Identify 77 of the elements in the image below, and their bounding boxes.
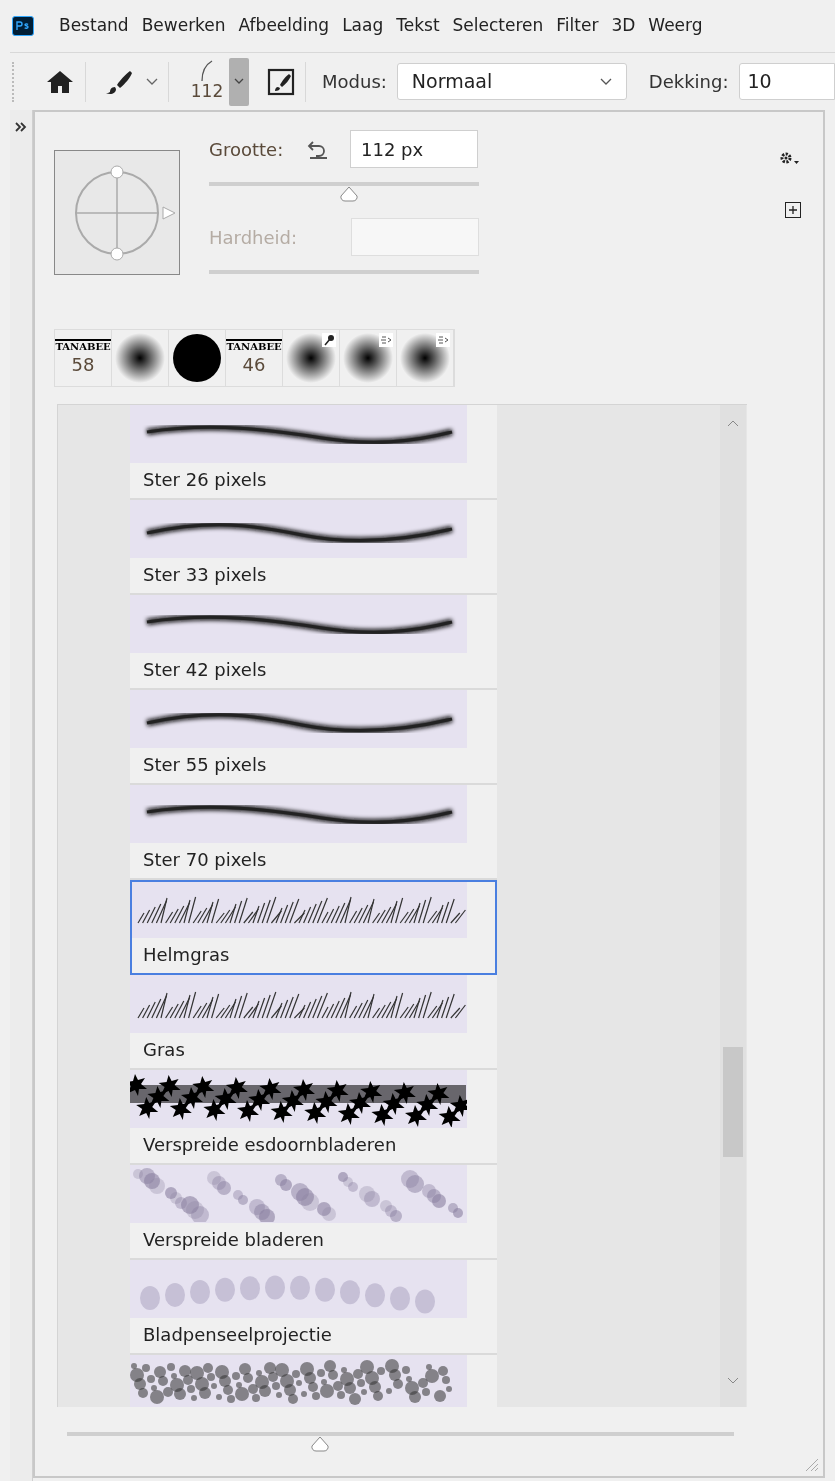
- brush-preset-item[interactable]: Ster 33 pixels: [130, 500, 497, 595]
- recent-brush-tile[interactable]: [112, 330, 169, 386]
- pressure-badge-icon: [322, 333, 336, 347]
- brush-tip-angle-preview[interactable]: [54, 150, 180, 275]
- collapse-icon[interactable]: [15, 122, 27, 132]
- recent-brush-tile[interactable]: TANABEE 46: [226, 330, 283, 386]
- preview-size-slider-thumb[interactable]: [310, 1436, 331, 1452]
- menu-item[interactable]: Bewerken: [141, 13, 226, 39]
- brush-preset-item[interactable]: Ster 70 pixels: [130, 785, 497, 880]
- chevron-down-icon: [234, 78, 244, 85]
- mode-dropdown[interactable]: Normaal: [396, 63, 627, 100]
- scrollbar[interactable]: [720, 405, 746, 1407]
- menu-item[interactable]: Selecteren: [452, 13, 544, 39]
- recent-brush-tile[interactable]: [397, 330, 454, 386]
- mode-label: Modus:: [322, 70, 387, 94]
- soft-round-brush-icon: [115, 333, 165, 383]
- resize-grip-icon[interactable]: [803, 1456, 819, 1472]
- brush-panel-toggle-icon[interactable]: [267, 67, 295, 96]
- reset-icon[interactable]: [307, 139, 329, 159]
- brush-preset-name: Ster 70 pixels: [143, 849, 268, 871]
- brush-preset-item[interactable]: Ster 26 pixels: [130, 405, 497, 500]
- home-icon[interactable]: [45, 68, 75, 95]
- menu-item[interactable]: Tekst: [396, 13, 440, 39]
- menu-item[interactable]: Laag: [342, 13, 384, 39]
- recent-brush-tile[interactable]: TANABEE 58: [55, 330, 112, 386]
- brush-size-number: 58: [71, 352, 95, 377]
- scroll-down-icon[interactable]: [727, 1377, 739, 1385]
- brush-preset-item[interactable]: Ster 55 pixels: [130, 690, 497, 785]
- brush-preset-name: Verspreide esdoornbladeren: [143, 1134, 398, 1156]
- brush-tip-label: TANABEE: [55, 338, 111, 352]
- brush-preset-item[interactable]: Verspreide esdoornbladeren: [130, 1070, 497, 1165]
- brush-preset-name: Verspreide bladeren: [143, 1229, 325, 1251]
- chevron-down-icon[interactable]: [146, 77, 158, 86]
- brush-preset-item[interactable]: Helmgras: [130, 880, 497, 975]
- brush-preset-item[interactable]: Gras: [130, 975, 497, 1070]
- menu-item[interactable]: 3D: [611, 13, 636, 39]
- chevron-down-icon: [599, 77, 612, 86]
- brush-tip-curve-icon: [199, 59, 215, 82]
- brush-preset-name: Helmgras: [143, 944, 231, 966]
- size-slider-thumb[interactable]: [339, 186, 360, 202]
- recent-brush-tile[interactable]: [340, 330, 397, 386]
- brush-preset-item[interactable]: Verspreide bladeren: [130, 1165, 497, 1260]
- add-preset-icon[interactable]: [785, 202, 801, 218]
- brush-size-number: 46: [242, 352, 266, 377]
- scroll-up-icon[interactable]: [727, 419, 739, 427]
- size-label: Grootte:: [209, 137, 285, 162]
- opacity-label: Dekking:: [648, 70, 729, 94]
- size-input[interactable]: 112 px: [350, 130, 478, 168]
- soft-round-brush-icon: [286, 333, 336, 383]
- brush-preset-item[interactable]: Bladpenseelprojectie: [130, 1260, 497, 1355]
- brush-preset-name: Ster 33 pixels: [143, 564, 268, 586]
- brush-preset-name: Ster 55 pixels: [143, 754, 268, 776]
- menu-item[interactable]: Afbeelding: [238, 13, 330, 39]
- brush-preset-name: Ster 42 pixels: [143, 659, 268, 681]
- airbrush-badge-icon: [379, 333, 393, 347]
- app-logo-icon[interactable]: [12, 16, 34, 36]
- soft-round-brush-icon: [400, 333, 450, 383]
- menu-item[interactable]: Bestand: [59, 13, 129, 39]
- brush-preset-name: Ster 26 pixels: [143, 469, 268, 491]
- brush-tip-label: TANABEE: [226, 338, 282, 352]
- scrollbar-thumb[interactable]: [723, 1047, 743, 1157]
- menu-item[interactable]: Filter: [556, 13, 599, 39]
- opacity-field[interactable]: 10: [738, 63, 835, 100]
- brush-preset-item[interactable]: Ster 42 pixels: [130, 595, 497, 690]
- brush-preset-name: Gras: [143, 1039, 186, 1061]
- menu-item[interactable]: Weerg: [648, 13, 703, 39]
- settings-icon[interactable]: [779, 150, 801, 166]
- brush-preset-name: Bladpenseelprojectie: [143, 1324, 333, 1346]
- recent-brush-tile[interactable]: [283, 330, 340, 386]
- hardness-label: Hardheid:: [209, 225, 299, 250]
- brush-size-label: 112: [190, 81, 224, 100]
- soft-round-brush-icon: [343, 333, 393, 383]
- hard-round-brush-icon: [172, 333, 222, 383]
- brush-icon[interactable]: [104, 68, 134, 95]
- brush-picker-dropdown-button[interactable]: [229, 57, 249, 106]
- airbrush-badge-icon: [436, 333, 450, 347]
- ps-letters-icon: [16, 21, 30, 31]
